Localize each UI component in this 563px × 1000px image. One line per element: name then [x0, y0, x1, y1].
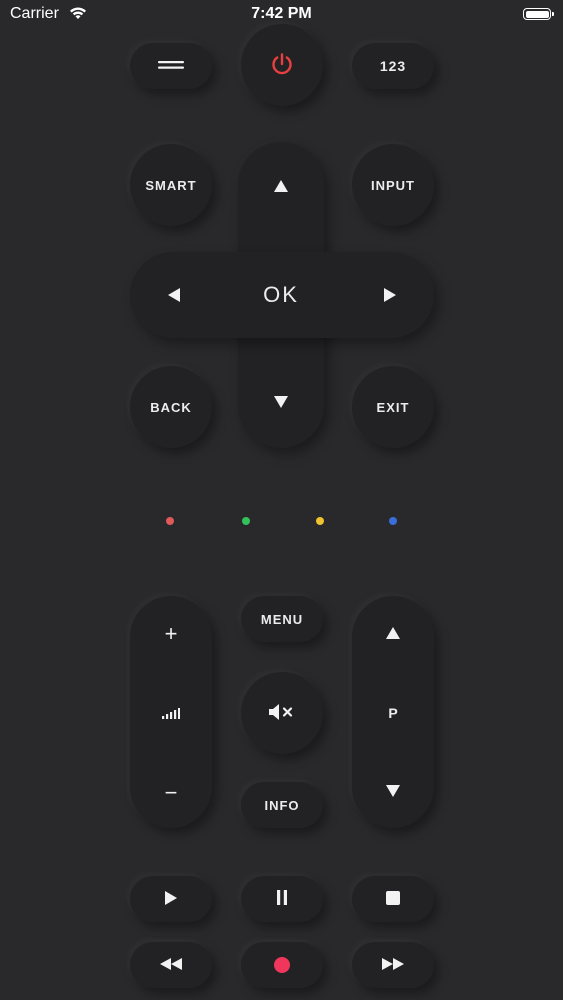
yellow-key[interactable] — [316, 517, 324, 525]
hamburger-icon — [158, 59, 184, 74]
channel-label: P — [352, 690, 434, 736]
channel-p-label: P — [388, 705, 398, 721]
smart-label: SMART — [145, 177, 197, 193]
volume-up-button[interactable]: + — [130, 600, 212, 668]
blue-key[interactable] — [389, 517, 397, 525]
menu-label: MENU — [260, 611, 304, 627]
volume-up-label: + — [164, 621, 178, 646]
rewind-icon — [159, 957, 183, 974]
dpad-up-button[interactable] — [238, 146, 324, 226]
volume-level — [130, 690, 212, 740]
rewind-button[interactable] — [130, 942, 212, 988]
stop-icon — [386, 890, 400, 908]
channel-down-button[interactable] — [352, 758, 434, 824]
down-arrow-icon — [274, 396, 288, 408]
dpad-right-button[interactable] — [350, 254, 430, 336]
right-arrow-icon — [384, 288, 396, 302]
exit-button[interactable]: EXIT — [352, 366, 434, 448]
dpad-left-button[interactable] — [134, 254, 214, 336]
stop-button[interactable] — [352, 876, 434, 922]
play-button[interactable] — [130, 876, 212, 922]
menu-list-button[interactable] — [130, 43, 212, 89]
pause-icon — [276, 890, 288, 908]
down-arrow-icon — [386, 785, 400, 797]
record-button[interactable] — [241, 942, 323, 988]
ok-button[interactable]: OK — [241, 255, 321, 335]
mute-icon — [268, 703, 296, 724]
numbers-label: 123 — [379, 58, 407, 74]
green-key[interactable] — [242, 517, 250, 525]
smart-button[interactable]: SMART — [130, 144, 212, 226]
fast-forward-icon — [381, 957, 405, 974]
left-arrow-icon — [168, 288, 180, 302]
back-label: BACK — [150, 399, 192, 415]
clock: 7:42 PM — [251, 5, 312, 22]
numbers-button[interactable]: 123 — [352, 43, 434, 89]
play-icon — [164, 890, 178, 909]
exit-label: EXIT — [376, 399, 410, 415]
battery-icon — [523, 8, 554, 20]
input-button[interactable]: INPUT — [352, 144, 434, 226]
record-icon — [274, 957, 290, 973]
input-label: INPUT — [371, 177, 415, 193]
fast-forward-button[interactable] — [352, 942, 434, 988]
power-button[interactable] — [241, 24, 323, 106]
back-button[interactable]: BACK — [130, 366, 212, 448]
up-arrow-icon — [386, 627, 400, 639]
menu-button[interactable]: MENU — [241, 596, 323, 642]
info-label: INFO — [264, 797, 300, 813]
red-key[interactable] — [166, 517, 174, 525]
up-arrow-icon — [274, 180, 288, 192]
volume-down-button[interactable]: − — [130, 760, 212, 826]
channel-up-button[interactable] — [352, 600, 434, 666]
volume-down-label: − — [164, 780, 178, 805]
dpad-down-button[interactable] — [238, 362, 324, 442]
power-icon — [270, 52, 294, 79]
signal-bars-icon — [162, 706, 180, 724]
pause-button[interactable] — [241, 876, 323, 922]
mute-button[interactable] — [241, 672, 323, 754]
ok-label: OK — [263, 282, 299, 307]
info-button[interactable]: INFO — [241, 782, 323, 828]
